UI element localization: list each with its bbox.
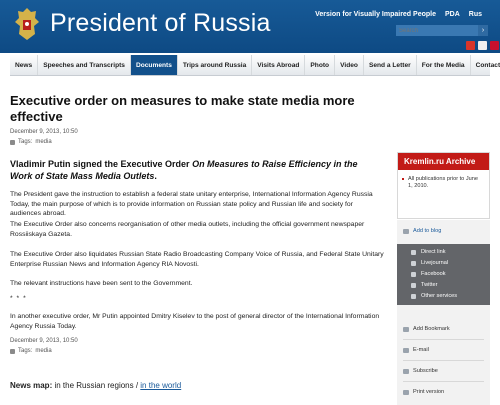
share-options: Direct link Livejournal Facebook Twitter…: [397, 244, 490, 305]
nav-visits[interactable]: Visits Abroad: [252, 55, 306, 75]
rss-icon[interactable]: [466, 41, 475, 50]
nav-video[interactable]: Video: [335, 55, 364, 75]
page-title: Executive order on measures to make stat…: [10, 93, 355, 124]
mobile-icon[interactable]: [478, 41, 487, 50]
tag-icon: [10, 348, 15, 354]
twitter-label: Twitter: [421, 282, 438, 288]
nav-send-letter[interactable]: Send a Letter: [364, 55, 417, 75]
bookmark-icon: [403, 327, 409, 332]
facebook-label: Facebook: [421, 271, 446, 277]
blog-icon: [403, 229, 409, 234]
nav-documents[interactable]: Documents: [130, 55, 178, 75]
tags-label: Tags:: [18, 139, 33, 145]
add-to-blog-label: Add to blog: [413, 228, 442, 234]
article-tags: Tags: media: [10, 139, 52, 145]
envelope-icon: [403, 348, 409, 353]
news-map-label: News map:: [10, 381, 53, 390]
coat-of-arms-icon[interactable]: [14, 6, 40, 44]
news-map-regions-link[interactable]: in the Russian regions /: [52, 381, 140, 390]
nav-speeches[interactable]: Speeches and Transcripts: [38, 55, 131, 75]
rus-link[interactable]: Rus: [469, 11, 482, 18]
lead-end: .: [154, 171, 157, 181]
search-button[interactable]: ›: [478, 25, 488, 36]
divider: [403, 381, 484, 382]
add-to-blog[interactable]: Add to blog: [397, 228, 490, 234]
archive-title[interactable]: Kremlin.ru Archive: [398, 153, 489, 170]
direct-link-label: Direct link: [421, 249, 446, 255]
paragraph: In another executive order, Mr Putin app…: [10, 313, 380, 330]
site-title[interactable]: President of Russia: [50, 9, 271, 38]
tag-link[interactable]: media: [35, 139, 51, 145]
other-services-label: Other services: [421, 293, 458, 299]
subscribe-label: Subscribe: [413, 368, 438, 374]
paragraph: The Executive Order also concerns reorga…: [10, 221, 365, 238]
paragraph: The President gave the instruction to es…: [10, 191, 373, 218]
lead-text: Vladimir Putin signed the Executive Orde…: [10, 159, 193, 169]
print-version-label: Print version: [413, 389, 445, 395]
divider: [403, 360, 484, 361]
youtube-icon[interactable]: [490, 41, 499, 50]
add-bookmark[interactable]: Add Bookmark: [397, 326, 490, 332]
other-services-link[interactable]: Other services: [397, 293, 490, 299]
nav-photo[interactable]: Photo: [305, 55, 336, 75]
subscribe-link[interactable]: Subscribe: [397, 368, 490, 374]
article-date-bottom: December 9, 2013, 10:50: [10, 338, 78, 344]
news-map: News map: in the Russian regions / in th…: [10, 381, 181, 390]
direct-link[interactable]: Direct link: [397, 249, 490, 255]
livejournal-link[interactable]: Livejournal: [397, 260, 490, 266]
paragraph: The Executive Order also liquidates Russ…: [10, 251, 384, 268]
print-version-link[interactable]: Print version: [397, 389, 490, 395]
article-lead: Vladimir Putin signed the Executive Orde…: [10, 158, 375, 182]
main-nav: News Speeches and Transcripts Documents …: [10, 55, 500, 76]
tag-icon: [10, 139, 15, 145]
tag-link[interactable]: media: [35, 348, 51, 354]
pda-link[interactable]: PDA: [445, 11, 460, 18]
section-separator: * * *: [10, 295, 27, 302]
nav-news[interactable]: News: [10, 55, 39, 75]
nav-media[interactable]: For the Media: [417, 55, 471, 75]
search-input[interactable]: [396, 25, 478, 36]
article-tags-bottom: Tags: media: [10, 348, 52, 354]
email-label: E-mail: [413, 347, 429, 353]
twitter-link[interactable]: Twitter: [397, 282, 490, 288]
social-icons: [466, 41, 499, 50]
share-panel: Add to blog Direct link Livejournal Face…: [397, 220, 490, 405]
facebook-icon: [411, 272, 416, 277]
email-link[interactable]: E-mail: [397, 347, 490, 353]
paragraph: The relevant instructions have been sent…: [10, 280, 193, 287]
news-map-world-link[interactable]: in the world: [140, 381, 181, 390]
twitter-icon: [411, 283, 416, 288]
rss-icon: [403, 369, 409, 374]
livejournal-label: Livejournal: [421, 260, 449, 266]
printer-icon: [403, 390, 409, 395]
livejournal-icon: [411, 261, 416, 266]
facebook-link[interactable]: Facebook: [397, 271, 490, 277]
archive-box[interactable]: Kremlin.ru Archive All publications prio…: [397, 152, 490, 219]
top-links: Version for Visually Impaired People PDA…: [315, 11, 482, 18]
archive-text[interactable]: All publications prior to June 1, 2010.: [398, 170, 489, 190]
site-header: President of Russia Version for Visually…: [0, 0, 500, 53]
tags-label: Tags:: [18, 348, 33, 354]
nav-contacts[interactable]: Contacts: [471, 55, 500, 75]
nav-trips[interactable]: Trips around Russia: [178, 55, 253, 75]
visually-impaired-link[interactable]: Version for Visually Impaired People: [315, 11, 436, 18]
link-icon: [411, 250, 416, 255]
plus-icon: [411, 294, 416, 299]
add-bookmark-label: Add Bookmark: [413, 326, 450, 332]
divider: [403, 339, 484, 340]
article-date: December 9, 2013, 10:50: [10, 129, 78, 135]
